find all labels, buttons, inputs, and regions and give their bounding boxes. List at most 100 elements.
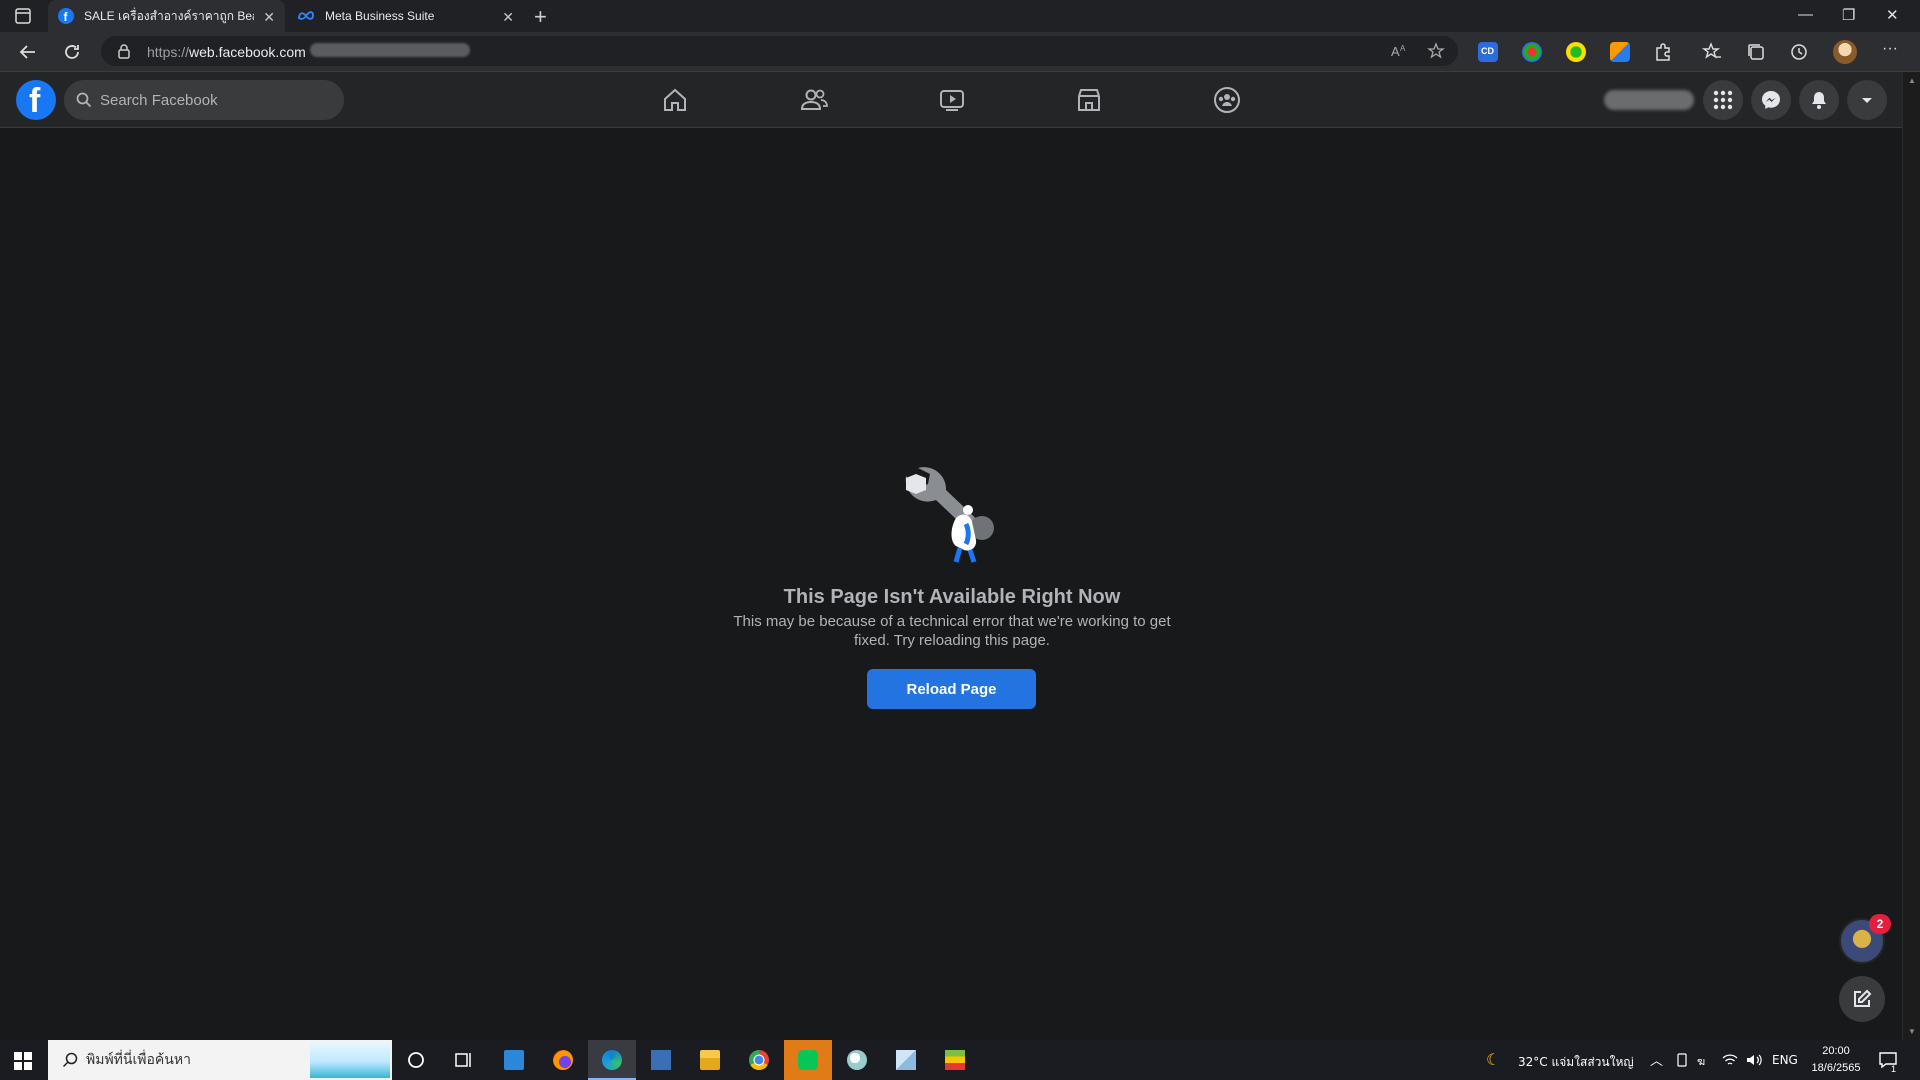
watch-icon[interactable] xyxy=(938,86,966,114)
bell-icon xyxy=(1812,92,1826,109)
folder-icon xyxy=(700,1050,720,1070)
clock-time: 20:00 xyxy=(1822,1045,1850,1057)
close-tab-icon[interactable]: ✕ xyxy=(502,9,514,26)
menu-grid-icon xyxy=(1713,90,1733,110)
notification-count: 1 xyxy=(1891,1064,1897,1074)
close-window-icon[interactable]: ✕ xyxy=(1886,6,1899,24)
reload-page-button[interactable]: Reload Page xyxy=(867,669,1036,709)
taskbar-search-input[interactable] xyxy=(86,1040,306,1080)
add-favorite-icon[interactable] xyxy=(1427,42,1445,60)
language-indicator[interactable]: ENG xyxy=(1772,1053,1798,1067)
search-highlight-image xyxy=(310,1042,390,1078)
new-message-button[interactable] xyxy=(1839,976,1885,1022)
edge-icon xyxy=(602,1050,622,1070)
profile-shortcut[interactable] xyxy=(1604,90,1694,110)
taskbar-file-explorer[interactable] xyxy=(686,1040,734,1080)
taskbar-chrome[interactable] xyxy=(735,1040,783,1080)
favorites-icon[interactable] xyxy=(1702,42,1722,62)
taskbar-notepad[interactable] xyxy=(882,1040,930,1080)
new-tab-icon[interactable]: + xyxy=(534,4,547,30)
notification-badge: 2 xyxy=(1869,914,1891,934)
extension-color-icon[interactable] xyxy=(1522,42,1542,62)
chrome-icon xyxy=(749,1050,769,1070)
home-icon[interactable] xyxy=(661,86,689,114)
taskbar-store[interactable] xyxy=(490,1040,538,1080)
more-options-icon[interactable]: ··· xyxy=(1882,40,1898,58)
tab-facebook[interactable]: f SALE เครื่องสำอางค์ราคาถูก Beauty ✕ xyxy=(48,0,285,32)
clock-date: 18/6/2565 xyxy=(1811,1062,1861,1074)
friends-icon[interactable] xyxy=(800,86,828,114)
notifications-button[interactable] xyxy=(1799,80,1839,120)
wifi-icon[interactable] xyxy=(1722,1053,1738,1067)
weather-moon-icon[interactable]: ☾ xyxy=(1486,1050,1500,1070)
page-scrollbar[interactable]: ▲ ▼ xyxy=(1902,72,1920,1040)
minimize-icon[interactable]: — xyxy=(1798,6,1813,23)
show-hidden-icons-icon[interactable]: ︿ xyxy=(1650,1050,1663,1069)
volume-icon[interactable] xyxy=(1746,1053,1762,1067)
cortana-button[interactable] xyxy=(392,1040,440,1080)
paint-icon xyxy=(847,1050,867,1070)
extensions-puzzle-icon[interactable] xyxy=(1653,42,1673,62)
notepad-icon xyxy=(896,1050,916,1070)
tab-title: SALE เครื่องสำอางค์ราคาถูก Beauty xyxy=(84,8,254,23)
refresh-icon[interactable] xyxy=(62,42,82,62)
taskbar-firefox[interactable] xyxy=(539,1040,587,1080)
input-method-icon[interactable]: ฆ xyxy=(1697,1052,1705,1070)
tab-actions-icon[interactable] xyxy=(12,7,34,25)
error-illustration xyxy=(905,467,994,563)
windows-taskbar: ☾ 32°C แจ่มใสส่วนใหญ่ ︿ ฆ ENG 20:00 18/6… xyxy=(0,1040,1920,1080)
redacted-url-path xyxy=(310,43,470,57)
messenger-button[interactable] xyxy=(1751,80,1791,120)
taskbar-line[interactable] xyxy=(784,1040,832,1080)
facebook-favicon-icon: f xyxy=(58,8,74,24)
account-button[interactable] xyxy=(1847,80,1887,120)
taskbar-edge[interactable] xyxy=(588,1040,636,1080)
taskbar-search[interactable] xyxy=(48,1040,392,1080)
facebook-header: f xyxy=(0,72,1902,128)
collections-icon[interactable] xyxy=(1746,42,1766,62)
search-icon xyxy=(62,1052,78,1068)
extension-green-icon[interactable] xyxy=(1566,42,1586,62)
taskbar-calculator[interactable] xyxy=(637,1040,685,1080)
store-icon xyxy=(504,1050,524,1070)
facebook-search[interactable] xyxy=(64,80,344,120)
svg-text:A: A xyxy=(1400,44,1406,53)
windows-start-icon[interactable] xyxy=(14,1052,32,1070)
marketplace-icon[interactable] xyxy=(1075,86,1103,114)
cortana-icon xyxy=(408,1052,424,1068)
chevron-down-icon xyxy=(1862,98,1872,103)
back-icon[interactable] xyxy=(18,42,38,62)
extension-cd-icon[interactable]: CD xyxy=(1478,42,1498,62)
weather-text[interactable]: 32°C แจ่มใสส่วนใหญ่ xyxy=(1518,1053,1634,1072)
device-icon[interactable] xyxy=(1675,1053,1689,1067)
task-view-button[interactable] xyxy=(440,1040,488,1080)
taskbar-clock[interactable]: 20:00 18/6/2565 xyxy=(1806,1043,1866,1077)
history-icon[interactable] xyxy=(1789,42,1809,62)
close-tab-icon[interactable]: ✕ xyxy=(263,9,275,26)
taskbar-bluestacks[interactable] xyxy=(931,1040,979,1080)
error-description: This may be because of a technical error… xyxy=(733,613,1171,649)
search-icon xyxy=(76,92,92,108)
tab-meta-business-suite[interactable]: Meta Business Suite ✕ xyxy=(287,0,524,32)
bluestacks-icon xyxy=(945,1050,965,1070)
url-text: https://web.facebook.com xyxy=(147,44,306,60)
scroll-down-icon[interactable]: ▼ xyxy=(1908,1027,1916,1036)
task-view-icon xyxy=(455,1053,471,1067)
scroll-up-icon[interactable]: ▲ xyxy=(1908,76,1916,85)
extension-multi-icon[interactable] xyxy=(1610,42,1630,62)
facebook-search-input[interactable] xyxy=(100,80,330,120)
groups-icon[interactable] xyxy=(1213,86,1241,114)
menu-button[interactable] xyxy=(1703,80,1743,120)
browser-profile-avatar[interactable] xyxy=(1833,40,1857,64)
read-aloud-icon[interactable]: AA xyxy=(1391,43,1409,59)
address-bar[interactable]: https://web.facebook.com AA xyxy=(101,36,1458,66)
facebook-logo[interactable]: f xyxy=(16,80,56,120)
restore-icon[interactable]: ❐ xyxy=(1842,6,1855,24)
svg-text:A: A xyxy=(1391,44,1400,59)
browser-toolbar: https://web.facebook.com AA CD ··· xyxy=(0,32,1920,72)
firefox-icon xyxy=(553,1050,573,1070)
taskbar-paint[interactable] xyxy=(833,1040,881,1080)
lock-icon[interactable] xyxy=(117,43,131,59)
main-content xyxy=(0,128,1902,1040)
compose-icon xyxy=(1854,989,1872,1007)
